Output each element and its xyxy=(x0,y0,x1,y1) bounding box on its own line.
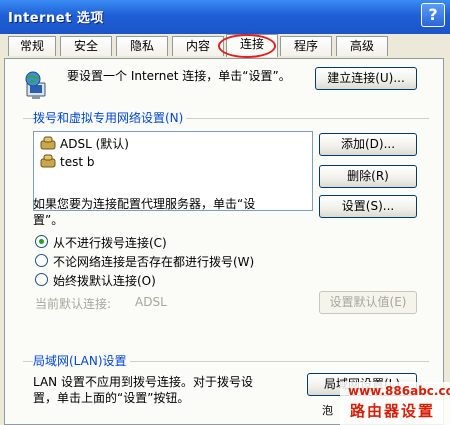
watermark-fragment: 泡 xyxy=(322,404,333,417)
dial-whenever-label[interactable]: 不论网络连接是否存在都进行拨号(W) xyxy=(53,253,254,270)
title-bar: Internet 选项 ? xyxy=(0,0,450,34)
connection-name: ADSL (默认) xyxy=(60,137,129,151)
never-dial-label[interactable]: 从不进行拨号连接(C) xyxy=(53,234,167,251)
setup-connection-button[interactable]: 建立连接(U)... xyxy=(315,67,417,90)
lan-text-line2: 置，单击上面的“设置”按钮。 xyxy=(33,391,190,405)
setup-text: 要设置一个 Internet 连接，单击“设置”。 xyxy=(67,69,291,83)
tab-connections[interactable]: 连接 xyxy=(226,34,278,57)
window-title: Internet 选项 xyxy=(8,11,104,26)
tab-programs[interactable]: 程序 xyxy=(280,36,332,56)
never-dial-radio[interactable] xyxy=(35,235,48,248)
list-item[interactable]: test b xyxy=(40,154,94,170)
watermark-name: 路由器设置 xyxy=(350,402,436,420)
dialup-phone-icon xyxy=(40,136,56,150)
dialup-group-label: 拨号和虚拟专用网络设置(N) xyxy=(33,109,187,126)
tab-advanced[interactable]: 高级 xyxy=(336,36,388,56)
tab-general[interactable]: 常规 xyxy=(8,36,56,56)
connections-panel: 要设置一个 Internet 连接，单击“设置”。 建立连接(U)... 拨号和… xyxy=(4,58,444,425)
tab-privacy[interactable]: 隐私 xyxy=(116,36,168,56)
always-dial-label[interactable]: 始终拨默认连接(O) xyxy=(53,272,156,289)
list-item[interactable]: ADSL (默认) xyxy=(40,136,129,152)
proxy-text-line1: 如果您要为连接配置代理服务器，单击“设 xyxy=(33,197,256,211)
proxy-text-line2: 置”。 xyxy=(33,213,64,227)
tab-security[interactable]: 安全 xyxy=(60,36,112,56)
lan-text-line1: LAN 设置不应用到拨号连接。对于拨号设 xyxy=(33,375,253,389)
current-default-value: ADSL xyxy=(135,295,167,309)
dialup-phone-icon xyxy=(40,154,56,168)
help-button[interactable]: ? xyxy=(421,3,445,27)
connection-name: test b xyxy=(60,155,95,169)
current-default-label: 当前默认连接: xyxy=(35,297,112,311)
settings-button[interactable]: 设置(S)... xyxy=(319,195,417,218)
network-globe-icon xyxy=(25,71,46,99)
watermark-url: www.886abc.com xyxy=(348,384,450,398)
tab-content[interactable]: 内容 xyxy=(172,36,224,56)
set-default-button[interactable]: 设置默认值(E) xyxy=(319,291,417,314)
always-dial-radio[interactable] xyxy=(35,273,48,286)
dial-whenever-radio[interactable] xyxy=(35,254,48,267)
add-button[interactable]: 添加(D)... xyxy=(319,133,417,156)
lan-group-label: 局域网(LAN)设置 xyxy=(33,352,130,369)
watermark: www.886abc.com 泡 路由器设置 xyxy=(322,382,450,425)
remove-button[interactable]: 删除(R) xyxy=(319,165,417,188)
